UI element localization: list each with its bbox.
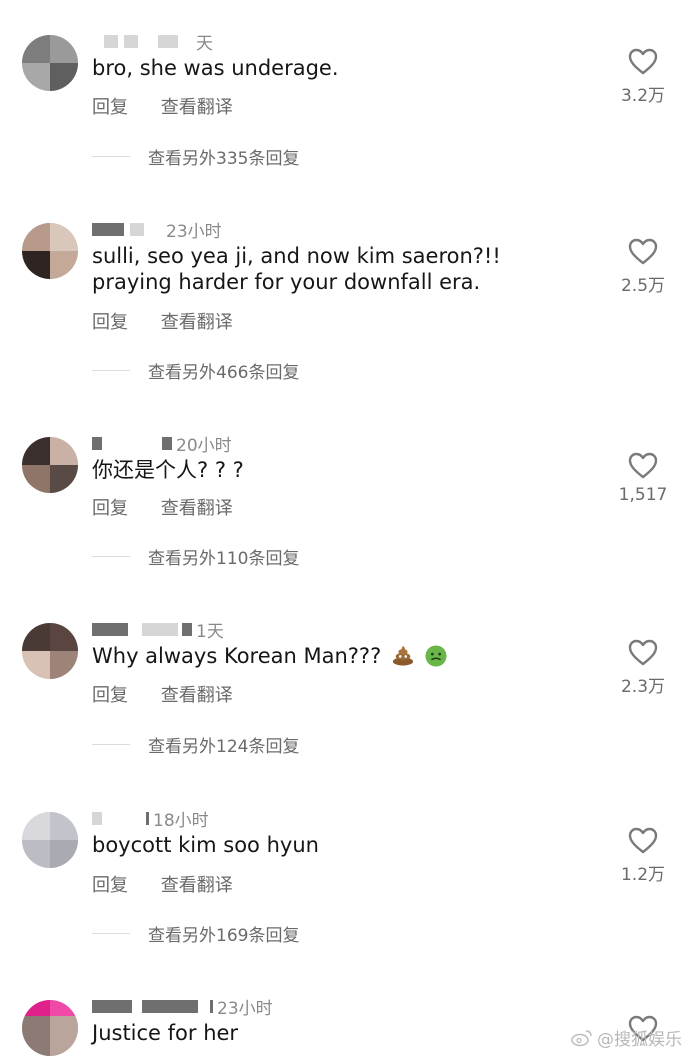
view-more-replies-label: 查看另外466条回复 — [148, 362, 300, 383]
divider — [92, 155, 130, 157]
view-more-replies-label: 查看另外169条回复 — [148, 925, 300, 946]
translate-button[interactable]: 查看翻译 — [161, 685, 233, 706]
comment-meta: 天 — [104, 29, 213, 54]
divider — [92, 369, 130, 371]
like-count: 2.5万 — [620, 276, 666, 296]
comment-item: 23小时 sulli, seo yea ji, and now kim saer… — [0, 222, 690, 412]
translate-button[interactable]: 查看翻译 — [161, 97, 233, 118]
comment-actions: 回复 查看翻译 — [92, 93, 260, 118]
comment-actions: 回复 查看翻译 — [92, 681, 260, 706]
comment-time: 23小时 — [217, 998, 273, 1019]
like-control: 3.2万 — [612, 48, 674, 106]
view-more-replies[interactable]: 查看另外169条回复 — [92, 921, 300, 946]
blurred-username — [92, 436, 102, 450]
weibo-logo-icon — [571, 1029, 592, 1046]
comment-text: Justice for her — [92, 1021, 239, 1045]
like-count: 1.2万 — [620, 865, 666, 885]
view-more-replies-label: 查看另外335条回复 — [148, 148, 300, 169]
comment-text: Why always Korean Man??? — [92, 643, 582, 669]
blurred-username — [92, 222, 124, 236]
comment-meta: 23小时 — [92, 217, 222, 242]
heart-outline-icon[interactable] — [628, 452, 658, 479]
comment-time: 18小时 — [153, 810, 209, 831]
reply-button[interactable]: 回复 — [92, 875, 128, 896]
heart-outline-icon[interactable] — [628, 238, 658, 265]
reply-button[interactable]: 回复 — [92, 498, 128, 519]
translate-button[interactable]: 查看翻译 — [161, 312, 233, 333]
view-more-replies[interactable]: 查看另外110条回复 — [92, 544, 300, 569]
poop-emoji-icon — [392, 645, 414, 666]
translate-button[interactable]: 查看翻译 — [161, 875, 233, 896]
comment-meta: 20小时 — [92, 431, 232, 456]
blurred-username — [104, 34, 118, 48]
comment-meta: 1天 — [92, 617, 224, 642]
like-control: 2.5万 — [612, 238, 674, 296]
heart-outline-icon[interactable] — [628, 48, 658, 75]
avatar[interactable] — [22, 223, 78, 279]
blurred-username — [92, 811, 102, 825]
comment-text: 你还是个人? ? ? — [92, 458, 244, 482]
like-control: 1,517 — [612, 452, 674, 505]
comment-actions: 回复 查看翻译 — [92, 308, 260, 333]
comment-text: sulli, seo yea ji, and now kim saeron?!!… — [92, 244, 501, 294]
blurred-username — [158, 34, 178, 48]
divider — [92, 932, 130, 934]
nauseated-face-emoji-icon — [425, 645, 447, 667]
comment-time: 1天 — [196, 621, 224, 642]
comment-item: 20小时 你还是个人? ? ? 回复 查看翻译 查看另外110条回复 1,517 — [0, 436, 690, 626]
comment-time: 23小时 — [166, 221, 222, 242]
blurred-username — [130, 222, 144, 236]
view-more-replies[interactable]: 查看另外335条回复 — [92, 144, 300, 169]
view-more-replies[interactable]: 查看另外124条回复 — [92, 732, 300, 757]
blurred-username — [92, 999, 132, 1013]
translate-button[interactable]: 查看翻译 — [161, 498, 233, 519]
blurred-username — [92, 622, 128, 636]
comment-item: 18小时 boycott kim soo hyun 回复 查看翻译 查看另外16… — [0, 811, 690, 1001]
comment-item: 天 bro, she was underage. 回复 查看翻译 查看另外335… — [0, 34, 690, 224]
like-control: 2.3万 — [612, 639, 674, 697]
comment-meta: 23小时 — [92, 994, 273, 1019]
avatar[interactable] — [22, 35, 78, 91]
view-more-replies[interactable]: 查看另外466条回复 — [92, 358, 300, 383]
blurred-username — [162, 436, 172, 450]
blurred-username — [210, 999, 213, 1013]
blurred-username — [182, 622, 192, 636]
heart-outline-icon[interactable] — [628, 827, 658, 854]
comment-time: 天 — [196, 33, 213, 54]
comment-text: boycott kim soo hyun — [92, 833, 319, 857]
divider — [92, 743, 130, 745]
like-count: 1,517 — [618, 485, 668, 505]
blurred-username — [142, 999, 198, 1013]
view-more-replies-label: 查看另外124条回复 — [148, 736, 300, 757]
avatar[interactable] — [22, 1000, 78, 1056]
avatar[interactable] — [22, 623, 78, 679]
comment-text-value: Why always Korean Man??? — [92, 644, 382, 668]
divider — [92, 555, 130, 557]
blurred-username — [142, 622, 178, 636]
comment-meta: 18小时 — [92, 806, 209, 831]
view-more-replies-label: 查看另外110条回复 — [148, 548, 300, 569]
reply-button[interactable]: 回复 — [92, 685, 128, 706]
like-count: 3.2万 — [620, 86, 666, 106]
avatar[interactable] — [22, 812, 78, 868]
reply-button[interactable]: 回复 — [92, 312, 128, 333]
comment-time: 20小时 — [176, 435, 232, 456]
comment-actions: 回复 查看翻译 — [92, 494, 260, 519]
like-control: 1.2万 — [612, 827, 674, 885]
reply-button[interactable]: 回复 — [92, 97, 128, 118]
watermark: @搜狐娱乐 — [571, 1025, 682, 1050]
heart-outline-icon[interactable] — [628, 639, 658, 666]
comment-item: 1天 Why always Korean Man??? 回复 查看翻译 查看另外… — [0, 622, 690, 812]
watermark-text: @搜狐娱乐 — [597, 1030, 682, 1050]
blurred-username — [146, 811, 149, 825]
like-count: 2.3万 — [620, 677, 666, 697]
avatar[interactable] — [22, 437, 78, 493]
comment-actions: 回复 查看翻译 — [92, 871, 260, 896]
blurred-username — [124, 34, 138, 48]
comment-text: bro, she was underage. — [92, 56, 339, 80]
